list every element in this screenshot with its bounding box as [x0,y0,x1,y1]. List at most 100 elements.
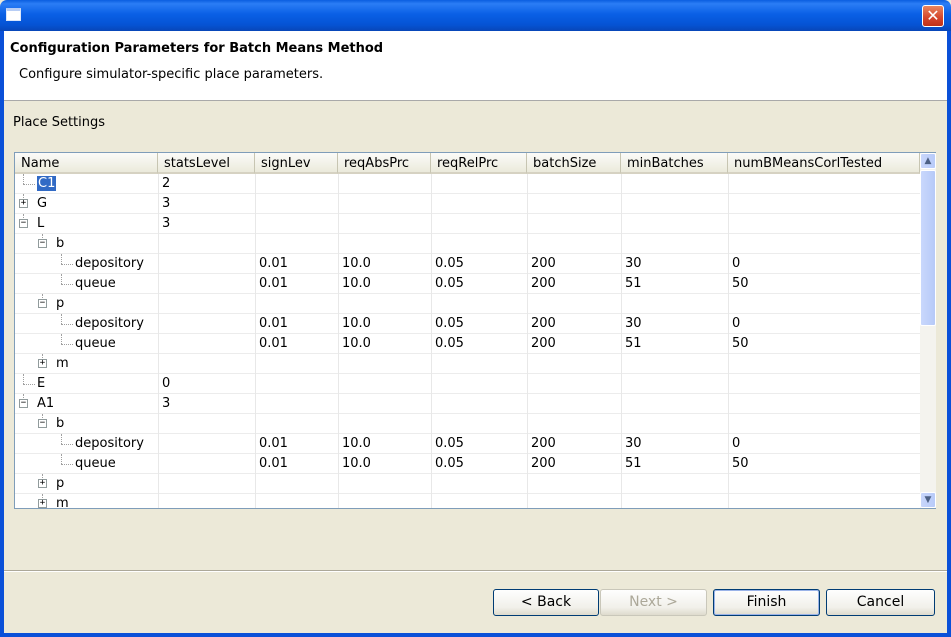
next-button[interactable]: Next > [600,589,707,616]
cell-reqabsprc[interactable] [338,494,431,508]
cell-reqrelprc[interactable]: 0.05 [431,254,527,274]
collapse-icon[interactable]: − [19,399,28,408]
cell-minbatches[interactable]: 30 [621,314,728,334]
tree-node-label[interactable]: depository [75,256,144,271]
vertical-scrollbar[interactable]: ▲ ▼ [920,153,936,508]
collapse-icon[interactable]: − [38,239,47,248]
table-row[interactable]: queue 0.01 10.0 0.05 200 51 50 [15,334,920,354]
cell-reqabsprc[interactable] [338,354,431,374]
cell-signlev[interactable]: 0.01 [255,434,338,454]
cell-numbmeanscorltested[interactable] [728,214,920,234]
cell-batchsize[interactable]: 200 [527,274,621,294]
table-row[interactable]: depository 0.01 10.0 0.05 200 30 0 [15,434,920,454]
cell-batchsize[interactable] [527,394,621,414]
cell-reqabsprc[interactable]: 10.0 [338,334,431,354]
cell-statslevel[interactable] [158,434,255,454]
column-header-statslevel[interactable]: statsLevel [158,153,255,174]
cell-reqabsprc[interactable]: 10.0 [338,434,431,454]
cell-statslevel[interactable] [158,454,255,474]
cell-numbmeanscorltested[interactable] [728,174,920,194]
cell-batchsize[interactable] [527,294,621,314]
cell-reqrelprc[interactable] [431,494,527,508]
cell-statslevel[interactable]: 3 [158,194,255,214]
cell-minbatches[interactable]: 51 [621,274,728,294]
cell-minbatches[interactable]: 30 [621,254,728,274]
tree-node-label[interactable]: m [56,496,69,508]
cell-minbatches[interactable] [621,214,728,234]
table-row[interactable]: C1 2 [15,174,920,194]
cell-numbmeanscorltested[interactable]: 0 [728,434,920,454]
tree-node-label[interactable]: p [56,476,64,491]
cell-batchsize[interactable]: 200 [527,254,621,274]
cell-reqabsprc[interactable]: 10.0 [338,274,431,294]
cell-batchsize[interactable] [527,214,621,234]
cell-minbatches[interactable] [621,414,728,434]
cell-signlev[interactable] [255,374,338,394]
cell-reqrelprc[interactable] [431,194,527,214]
cell-statslevel[interactable] [158,474,255,494]
window-icon[interactable] [6,8,21,21]
cell-reqrelprc[interactable] [431,234,527,254]
collapse-icon[interactable]: − [38,299,47,308]
table-row[interactable]: − p [15,294,920,314]
cell-numbmeanscorltested[interactable] [728,494,920,508]
cell-minbatches[interactable] [621,374,728,394]
collapse-icon[interactable]: − [19,219,28,228]
expand-icon[interactable]: + [38,499,47,508]
cell-reqrelprc[interactable] [431,394,527,414]
cell-reqabsprc[interactable] [338,294,431,314]
cell-batchsize[interactable] [527,174,621,194]
cell-batchsize[interactable]: 200 [527,454,621,474]
expand-icon[interactable]: + [19,199,28,208]
cell-reqabsprc[interactable] [338,234,431,254]
cell-statslevel[interactable] [158,274,255,294]
cell-batchsize[interactable] [527,194,621,214]
table-row[interactable]: queue 0.01 10.0 0.05 200 51 50 [15,454,920,474]
table-row[interactable]: E0 [15,374,920,394]
cell-reqabsprc[interactable] [338,174,431,194]
cell-batchsize[interactable] [527,414,621,434]
table-row[interactable]: queue 0.01 10.0 0.05 200 51 50 [15,274,920,294]
column-header-batchsize[interactable]: batchSize [527,153,621,174]
cell-batchsize[interactable] [527,234,621,254]
place-settings-tree-table[interactable]: Name statsLevel signLev reqAbsPrc reqRelPrc b… [14,152,936,509]
column-header-numbmeanscorltested[interactable]: numBMeansCorlTested [728,153,920,174]
expand-icon[interactable]: + [38,359,47,368]
table-row[interactable]: depository 0.01 10.0 0.05 200 30 0 [15,254,920,274]
cell-numbmeanscorltested[interactable] [728,374,920,394]
cell-batchsize[interactable] [527,374,621,394]
cell-minbatches[interactable] [621,234,728,254]
cell-signlev[interactable] [255,174,338,194]
cell-numbmeanscorltested[interactable] [728,194,920,214]
cell-reqabsprc[interactable]: 10.0 [338,454,431,474]
cell-minbatches[interactable] [621,354,728,374]
cell-numbmeanscorltested[interactable] [728,234,920,254]
cell-signlev[interactable]: 0.01 [255,254,338,274]
cell-batchsize[interactable]: 200 [527,434,621,454]
tree-node-label[interactable]: G [37,196,47,211]
tree-node-label[interactable]: p [56,296,64,311]
cell-minbatches[interactable] [621,294,728,314]
cell-signlev[interactable]: 0.01 [255,454,338,474]
cell-reqrelprc[interactable] [431,374,527,394]
cell-batchsize[interactable] [527,354,621,374]
cell-reqabsprc[interactable] [338,474,431,494]
cell-signlev[interactable]: 0.01 [255,314,338,334]
table-row[interactable]: + m [15,354,920,374]
table-row[interactable]: − b [15,234,920,254]
cell-numbmeanscorltested[interactable]: 0 [728,254,920,274]
cell-statslevel[interactable] [158,334,255,354]
cell-minbatches[interactable]: 51 [621,454,728,474]
cell-statslevel[interactable] [158,354,255,374]
cell-signlev[interactable] [255,294,338,314]
cell-reqabsprc[interactable]: 10.0 [338,314,431,334]
cell-reqabsprc[interactable] [338,374,431,394]
cell-reqrelprc[interactable]: 0.05 [431,314,527,334]
cell-reqrelprc[interactable] [431,474,527,494]
table-row[interactable]: + m [15,494,920,508]
cell-signlev[interactable] [255,494,338,508]
cell-batchsize[interactable]: 200 [527,314,621,334]
cell-batchsize[interactable] [527,474,621,494]
cell-reqrelprc[interactable]: 0.05 [431,454,527,474]
cell-reqabsprc[interactable]: 10.0 [338,254,431,274]
